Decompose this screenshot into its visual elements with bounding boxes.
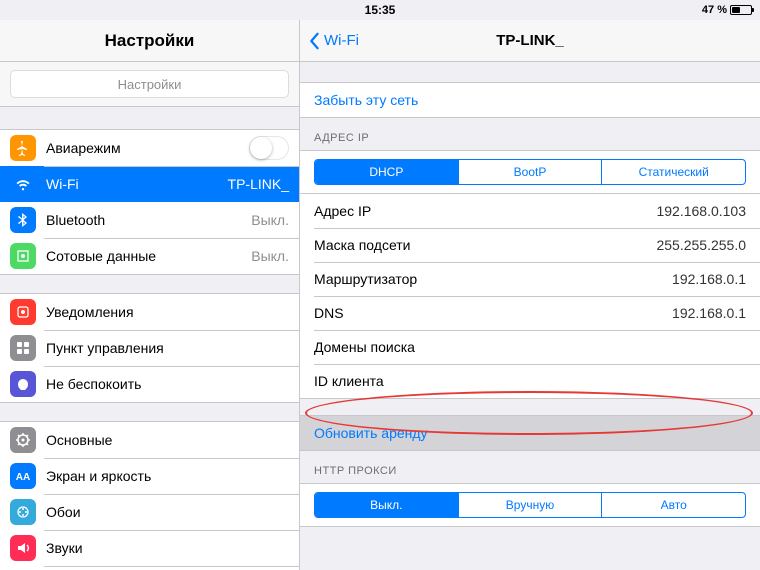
field-value: 255.255.255.0	[656, 237, 746, 253]
ip-section-header: АДРЕС IP	[300, 118, 760, 150]
sidebar-item-label: Авиарежим	[46, 140, 249, 156]
sidebar-item-уведомления[interactable]: Уведомления	[0, 294, 299, 330]
field-label: Маска подсети	[314, 237, 411, 253]
bluetooth-icon	[10, 207, 36, 233]
field-маршрутизатор[interactable]: Маршрутизатор 192.168.0.1	[300, 262, 760, 296]
sidebar-item-label: Экран и яркость	[46, 468, 289, 484]
sidebar-item-сотовые-данные[interactable]: Сотовые данныеВыкл.	[0, 238, 299, 274]
display-icon: AA	[10, 463, 36, 489]
sidebar-item-value: TP-LINK_	[228, 176, 289, 192]
search-wrap	[0, 62, 299, 107]
sidebar-item-label: Уведомления	[46, 304, 289, 320]
field-id-клиента[interactable]: ID клиента	[300, 364, 760, 398]
sidebar-item-label: Звуки	[46, 540, 289, 556]
svg-text:AA: AA	[16, 472, 30, 483]
renew-lease-button[interactable]: Обновить аренду	[300, 416, 760, 450]
field-value: 192.168.0.1	[672, 305, 746, 321]
sidebar-item-label: Пункт управления	[46, 340, 289, 356]
ip-segmented-wrap: DHCPBootPСтатический	[300, 150, 760, 194]
forget-network-group: Забыть эту сеть	[300, 82, 760, 118]
sidebar-item-label: Bluetooth	[46, 212, 251, 228]
segment-bootp[interactable]: BootP	[458, 160, 602, 184]
sidebar-title: Настройки	[0, 20, 299, 62]
sidebar-item-label: Сотовые данные	[46, 248, 251, 264]
status-time: 15:35	[365, 3, 396, 17]
sidebar-item-пароль[interactable]: Пароль	[0, 566, 299, 570]
sidebar-item-экран-и-яркость[interactable]: AA Экран и яркость	[0, 458, 299, 494]
ip-fields-group: Адрес IP 192.168.0.103 Маска подсети 255.25…	[300, 194, 760, 399]
sidebar-item-основные[interactable]: Основные	[0, 422, 299, 458]
sidebar-item-label: Обои	[46, 504, 289, 520]
search-input[interactable]	[10, 70, 289, 98]
status-battery: 47 %	[702, 4, 752, 16]
wallpaper-icon	[10, 499, 36, 525]
notifications-icon	[10, 299, 36, 325]
battery-icon	[730, 5, 752, 15]
sidebar-item-label: Не беспокоить	[46, 376, 289, 392]
switch[interactable]	[249, 136, 289, 160]
sidebar-item-value: Выкл.	[251, 212, 289, 228]
segment-выкл.[interactable]: Выкл.	[315, 493, 458, 517]
proxy-segmented-control[interactable]: Выкл.ВручнуюАвто	[314, 492, 746, 518]
detail-pane: Wi-Fi TP-LINK_ Забыть эту сеть АДРЕС IP …	[300, 20, 760, 570]
field-value: 192.168.0.1	[672, 271, 746, 287]
field-адрес-ip[interactable]: Адрес IP 192.168.0.103	[300, 194, 760, 228]
segment-dhcp[interactable]: DHCP	[315, 160, 458, 184]
segment-вручную[interactable]: Вручную	[458, 493, 602, 517]
field-label: Маршрутизатор	[314, 271, 417, 287]
sidebar-item-не-беспокоить[interactable]: Не беспокоить	[0, 366, 299, 402]
general-icon	[10, 427, 36, 453]
sounds-icon	[10, 535, 36, 561]
detail-title: TP-LINK_	[496, 32, 564, 49]
status-bar: 15:35 47 %	[0, 0, 760, 20]
cellular-icon	[10, 243, 36, 269]
sidebar-item-label: Wi-Fi	[46, 176, 228, 192]
segment-авто[interactable]: Авто	[601, 493, 745, 517]
field-маска-подсети[interactable]: Маска подсети 255.255.255.0	[300, 228, 760, 262]
sidebar-item-пункт-управления[interactable]: Пункт управления	[0, 330, 299, 366]
field-value: 192.168.0.103	[656, 203, 746, 219]
field-label: Адрес IP	[314, 203, 371, 219]
field-label: Домены поиска	[314, 339, 415, 355]
field-label: ID клиента	[314, 373, 384, 389]
renew-lease-group: Обновить аренду	[300, 415, 760, 451]
ip-segmented-control[interactable]: DHCPBootPСтатический	[314, 159, 746, 185]
sidebar-item-авиарежим[interactable]: Авиарежим	[0, 130, 299, 166]
field-домены-поиска[interactable]: Домены поиска	[300, 330, 760, 364]
sidebar-item-label: Основные	[46, 432, 289, 448]
field-dns[interactable]: DNS 192.168.0.1	[300, 296, 760, 330]
back-button[interactable]: Wi-Fi	[308, 32, 359, 50]
proxy-segmented-wrap: Выкл.ВручнуюАвто	[300, 483, 760, 527]
wifi-icon	[10, 171, 36, 197]
proxy-section-header: HTTP ПРОКСИ	[300, 451, 760, 483]
sidebar-item-wi-fi[interactable]: Wi-FiTP-LINK_	[0, 166, 299, 202]
sidebar-item-value: Выкл.	[251, 248, 289, 264]
forget-network-button[interactable]: Забыть эту сеть	[300, 83, 760, 117]
settings-sidebar: Настройки АвиарежимWi-FiTP-LINK_Bluetoot…	[0, 20, 300, 570]
sidebar-item-звуки[interactable]: Звуки	[0, 530, 299, 566]
control-center-icon	[10, 335, 36, 361]
field-label: DNS	[314, 305, 344, 321]
detail-header: Wi-Fi TP-LINK_	[300, 20, 760, 62]
airplane-icon	[10, 135, 36, 161]
do-not-disturb-icon	[10, 371, 36, 397]
sidebar-item-bluetooth[interactable]: BluetoothВыкл.	[0, 202, 299, 238]
sidebar-item-обои[interactable]: Обои	[0, 494, 299, 530]
segment-статический[interactable]: Статический	[601, 160, 745, 184]
